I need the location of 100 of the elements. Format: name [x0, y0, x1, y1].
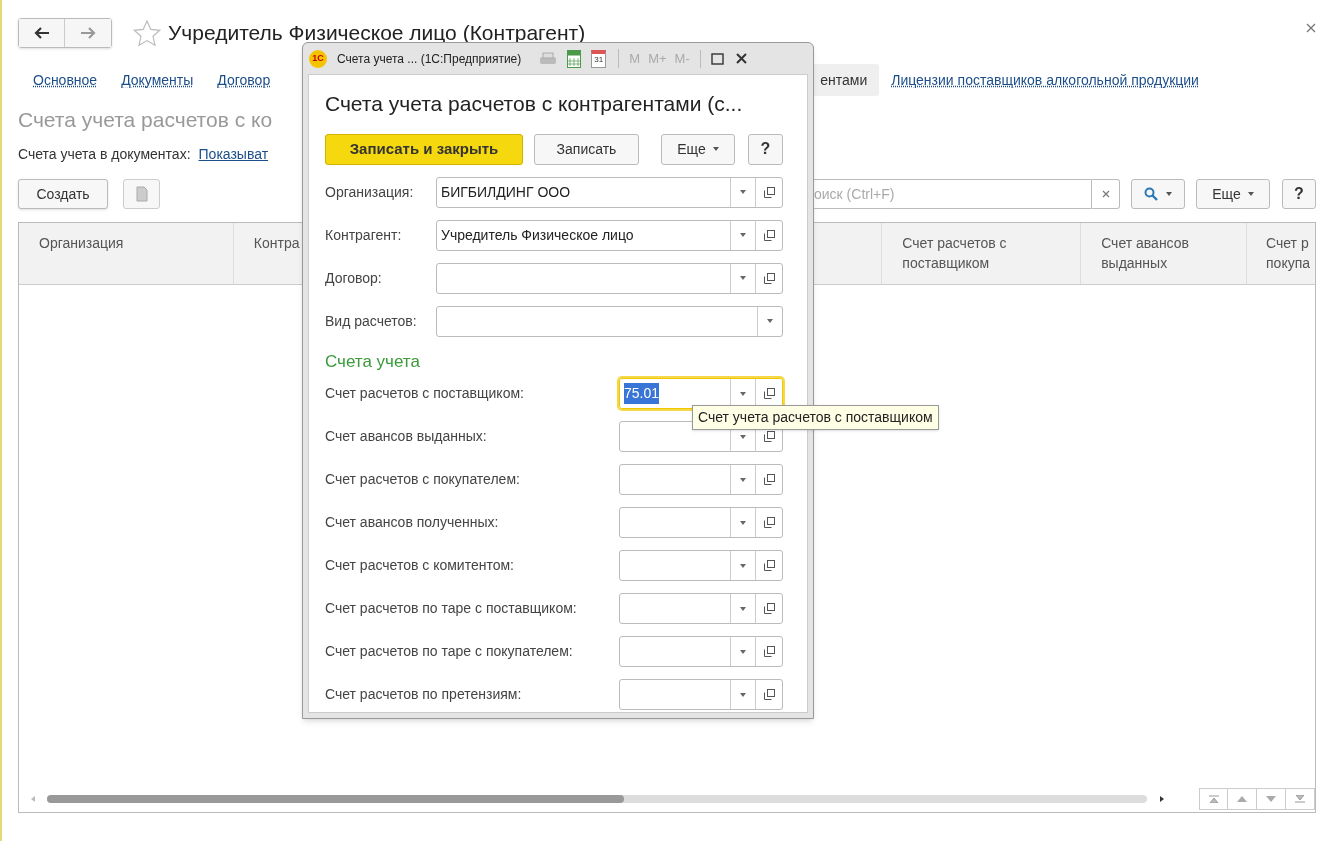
down-icon: [1266, 796, 1276, 802]
search-button[interactable]: [1131, 179, 1185, 209]
star-icon[interactable]: [133, 19, 161, 47]
input-field[interactable]: [436, 262, 783, 294]
tooltip: Счет учета расчетов с поставщиком: [692, 405, 939, 430]
document-icon: [134, 186, 149, 202]
setting-label: Счета учета в документах:: [18, 144, 191, 164]
input-field[interactable]: БИГБИЛДИНГ ООО: [436, 176, 783, 208]
help-button[interactable]: ?: [1282, 179, 1316, 209]
scroll-left-icon[interactable]: [31, 796, 35, 802]
field-label: Счет расчетов с комитентом:: [325, 556, 514, 575]
open-icon[interactable]: [763, 560, 775, 571]
create-button[interactable]: Создать: [18, 179, 108, 209]
input-field[interactable]: [619, 464, 783, 495]
dialog-title: Счета учета ... (1С:Предприятие): [337, 50, 522, 68]
section-heading: Счета учета: [325, 350, 421, 373]
scroll-top-button[interactable]: [1199, 788, 1228, 810]
field-label: Счет расчетов по таре с покупателем:: [325, 642, 573, 661]
field-label: Счет расчетов с покупателем:: [325, 470, 520, 489]
input-field[interactable]: [619, 507, 783, 538]
field-label: Счет расчетов по претензиям:: [325, 685, 522, 704]
input-field[interactable]: [619, 593, 783, 624]
open-icon[interactable]: [763, 431, 775, 442]
column-header[interactable]: Счет авансов выданных: [1101, 233, 1247, 273]
logo-icon: 1С: [309, 49, 327, 68]
first-icon: [1208, 795, 1219, 803]
caret-icon: [1247, 192, 1254, 196]
field-value: Учредитель Физическое лицо: [441, 225, 634, 245]
horizontal-scrollbar[interactable]: [47, 795, 1147, 803]
open-icon[interactable]: [763, 186, 775, 198]
last-icon: [1295, 795, 1305, 803]
column-header[interactable]: Контра: [253, 233, 302, 253]
caret-icon: [740, 606, 746, 611]
show-link[interactable]: Показыват: [198, 143, 269, 165]
input-field[interactable]: 75.01: [619, 378, 783, 409]
tab[interactable]: Договор: [205, 64, 283, 96]
open-icon[interactable]: [763, 474, 775, 485]
field-label: Счет авансов выданных:: [325, 427, 487, 446]
open-icon[interactable]: [763, 517, 775, 528]
save-and-close-button[interactable]: Записать и закрыть: [325, 133, 523, 165]
field-value: БИГБИЛДИНГ ООО: [441, 182, 571, 202]
caret-icon: [740, 434, 746, 439]
caret-icon: [740, 649, 746, 654]
close-icon[interactable]: [1306, 23, 1316, 33]
input-field[interactable]: [619, 550, 783, 581]
field-label: Контрагент:: [325, 225, 402, 245]
field-label: Организация:: [325, 182, 414, 202]
tab[interactable]: Документы: [109, 64, 206, 96]
input-field[interactable]: [619, 636, 783, 667]
scroll-right-icon[interactable]: [1160, 796, 1164, 802]
caret-icon: [740, 276, 746, 280]
printer-icon[interactable]: [539, 51, 558, 66]
open-icon[interactable]: [763, 229, 775, 241]
up-icon: [1237, 796, 1247, 802]
scroll-down-button[interactable]: [1257, 788, 1286, 810]
caret-icon: [740, 233, 746, 237]
caret-icon: [740, 692, 746, 697]
caret-icon: [740, 190, 746, 194]
field-label: Договор:: [325, 268, 382, 288]
open-icon[interactable]: [763, 388, 775, 399]
input-field[interactable]: [619, 679, 783, 710]
tab[interactable]: Основное: [21, 64, 110, 96]
caret-icon: [712, 147, 719, 151]
save-button[interactable]: Записать: [534, 133, 639, 165]
back-button[interactable]: [19, 19, 65, 47]
copy-button[interactable]: [123, 179, 160, 209]
input-field[interactable]: [436, 305, 783, 337]
scroll-up-button[interactable]: [1228, 788, 1257, 810]
maximize-icon[interactable]: [710, 52, 724, 65]
open-icon[interactable]: [763, 603, 775, 614]
column-header[interactable]: Организация: [39, 233, 233, 253]
column-header[interactable]: Счет р покупа: [1266, 233, 1315, 273]
calendar-icon[interactable]: 31: [591, 49, 607, 68]
calculator-icon[interactable]: [567, 49, 582, 68]
arrow-left-icon: [33, 27, 50, 39]
input-field[interactable]: Учредитель Физическое лицо: [436, 219, 783, 251]
caret-icon: [740, 520, 746, 525]
more-button[interactable]: Еще: [1196, 179, 1270, 209]
open-icon[interactable]: [763, 646, 775, 657]
caret-icon: [740, 477, 746, 482]
arrow-right-icon: [80, 27, 96, 39]
section-title: Счета учета расчетов с ко: [18, 107, 273, 133]
field-label: Вид расчетов:: [325, 311, 417, 331]
search-icon: [1144, 187, 1158, 201]
help-button[interactable]: ?: [748, 133, 783, 165]
caret-icon: [740, 563, 746, 568]
caret-icon: [740, 391, 746, 396]
field-label: Счет расчетов по таре с поставщиком:: [325, 599, 577, 618]
close-icon[interactable]: [735, 53, 747, 64]
more-button[interactable]: Еще: [661, 133, 735, 165]
tab[interactable]: Лицензии поставщиков алкогольной продукции: [879, 64, 1211, 96]
column-header[interactable]: Счет расчетов с поставщиком: [902, 233, 1081, 273]
window-title: Учредитель Физическое лицо (Контрагент): [168, 20, 586, 47]
field-label: Счет расчетов с поставщиком:: [325, 384, 524, 403]
caret-icon: [767, 319, 773, 323]
scroll-bottom-button[interactable]: [1286, 788, 1315, 810]
open-icon[interactable]: [763, 272, 775, 284]
open-icon[interactable]: [763, 689, 775, 700]
clear-button[interactable]: [1092, 179, 1120, 209]
dialog-heading: Счета учета расчетов с контрагентами (с...: [325, 91, 744, 117]
